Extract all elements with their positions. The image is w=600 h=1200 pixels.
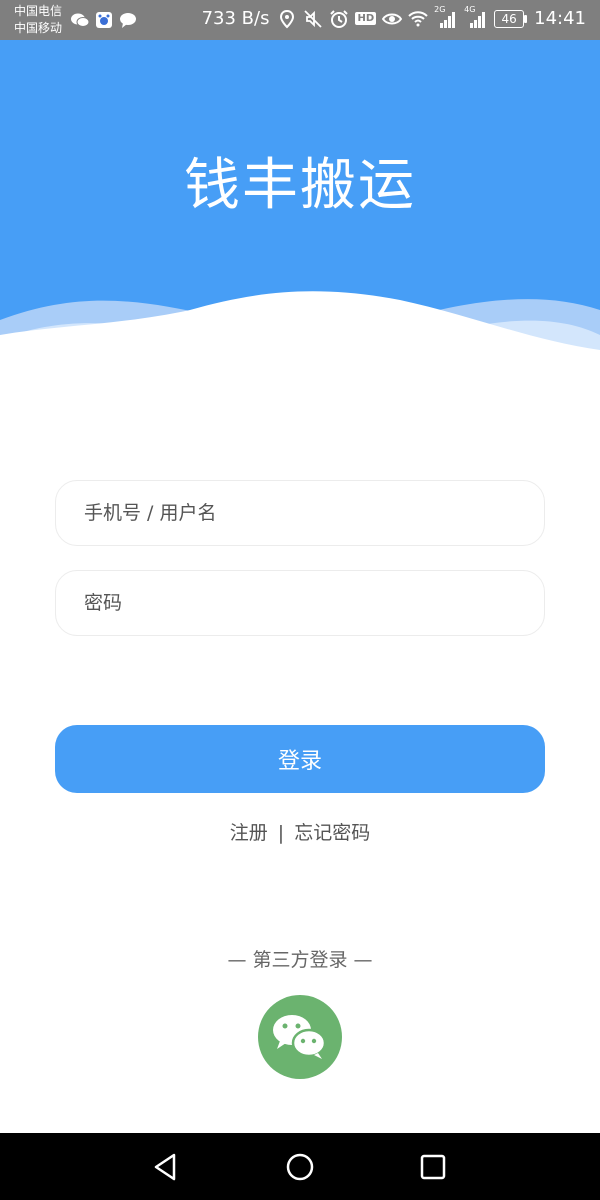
hd-badge: HD bbox=[355, 12, 377, 25]
link-separator: | bbox=[277, 822, 285, 844]
wechat-notification-icon bbox=[70, 10, 90, 30]
app-title: 钱丰搬运 bbox=[184, 153, 416, 218]
eye-icon bbox=[381, 9, 403, 29]
clock: 14:41 bbox=[534, 8, 586, 29]
account-links: 注册 | 忘记密码 bbox=[0, 818, 600, 845]
location-icon bbox=[277, 9, 297, 29]
message-notification-icon bbox=[118, 10, 138, 30]
username-field bbox=[55, 480, 545, 546]
wifi-icon bbox=[408, 9, 428, 29]
network-4g-label: 4G bbox=[464, 4, 476, 14]
register-link[interactable]: 注册 bbox=[230, 822, 268, 844]
login-screen: 中国电信 中国移动 733 B/s HD 2G 4G 46 14:41 钱丰搬运… bbox=[0, 0, 600, 1200]
baidu-notification-icon bbox=[94, 10, 114, 30]
carrier-info: 中国电信 中国移动 bbox=[14, 3, 62, 37]
signal-2g-icon: 2G bbox=[434, 5, 458, 29]
home-circle-icon[interactable] bbox=[282, 1149, 318, 1185]
wechat-icon bbox=[273, 1015, 327, 1059]
password-field bbox=[55, 570, 545, 636]
status-right: 733 B/s HD 2G 4G 46 14:41 bbox=[201, 5, 586, 30]
status-bar: 中国电信 中国移动 733 B/s HD 2G 4G 46 14:41 bbox=[0, 0, 600, 40]
signal-4g-icon: 4G bbox=[464, 5, 488, 29]
battery-level: 46 bbox=[501, 11, 517, 26]
login-button[interactable]: 登录 bbox=[55, 725, 545, 793]
header-banner: 钱丰搬运 bbox=[0, 40, 600, 370]
network-2g-label: 2G bbox=[434, 4, 446, 14]
mute-icon bbox=[303, 9, 323, 29]
username-input[interactable] bbox=[56, 481, 544, 545]
forgot-password-link[interactable]: 忘记密码 bbox=[294, 822, 370, 844]
notification-icons bbox=[70, 10, 138, 30]
carrier-1: 中国电信 bbox=[14, 4, 63, 18]
network-speed: 733 B/s bbox=[201, 8, 270, 29]
carrier-2: 中国移动 bbox=[14, 21, 63, 35]
wave-decoration bbox=[0, 291, 600, 370]
alarm-icon bbox=[329, 9, 349, 29]
system-nav-bar bbox=[0, 1133, 600, 1200]
third-party-login-label: — 第三方登录 — bbox=[227, 949, 373, 971]
back-triangle-icon[interactable] bbox=[148, 1149, 184, 1185]
recent-square-icon[interactable] bbox=[415, 1149, 451, 1185]
password-input[interactable] bbox=[56, 571, 544, 635]
battery-icon: 46 bbox=[494, 9, 528, 28]
wechat-login-button[interactable] bbox=[258, 995, 342, 1079]
